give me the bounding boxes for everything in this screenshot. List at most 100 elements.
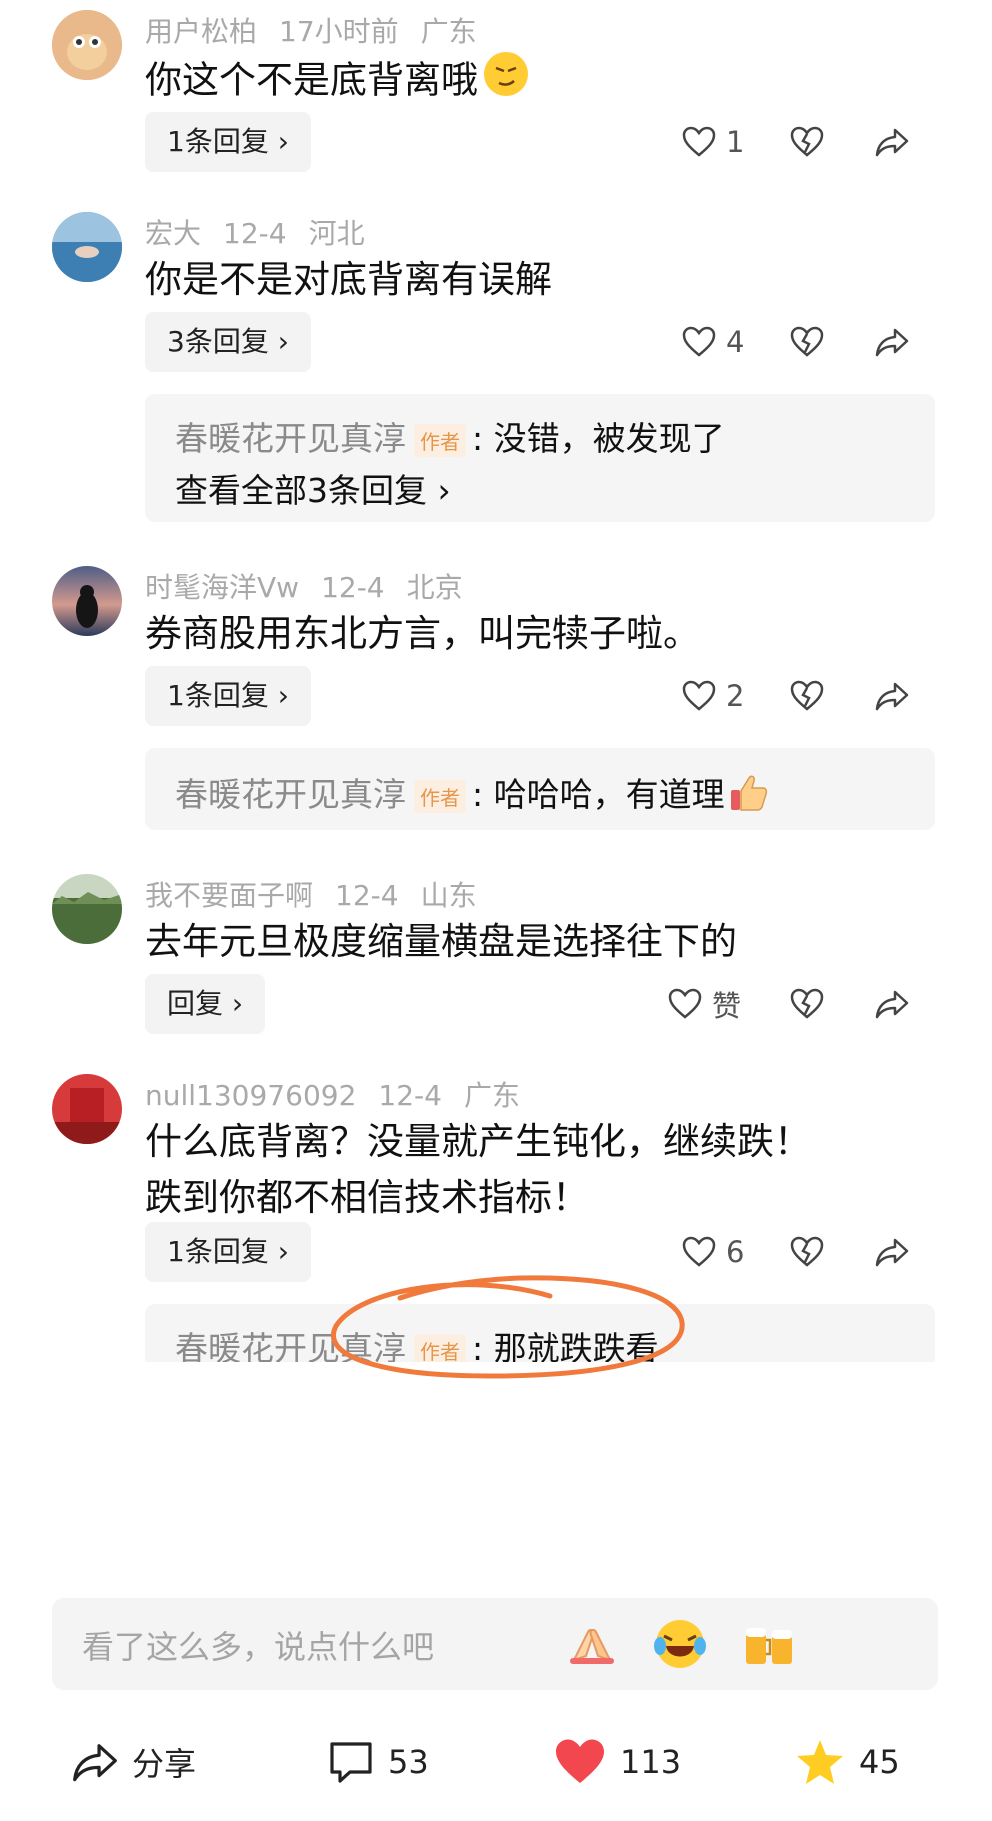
username[interactable]: 时髦海洋Vw	[145, 571, 299, 604]
dislike-button[interactable]	[790, 974, 824, 1034]
username[interactable]: null130976092	[145, 1079, 356, 1112]
reply-author[interactable]: 春暖花开见真淳	[175, 775, 406, 814]
comment-location: 山东	[420, 879, 477, 912]
share-comment-button[interactable]	[875, 666, 909, 726]
favorite-button[interactable]: 45	[795, 1732, 900, 1792]
view-replies-button[interactable]: 1条回复 ›	[145, 666, 311, 726]
share-comment-button[interactable]	[875, 312, 909, 372]
like-post-button[interactable]: 113	[554, 1732, 681, 1792]
comment-actions: 4	[660, 312, 950, 372]
view-replies-button[interactable]: 3条回复 ›	[145, 312, 311, 372]
reply-preview[interactable]: 春暖花开见真淳 作者: 没错，被发现了 查看全部3条回复 ›	[145, 394, 935, 522]
comment-text: 券商股用东北方言，叫完犊子啦。	[145, 612, 700, 655]
clapping-hands-icon	[570, 1628, 614, 1664]
dislike-button[interactable]	[790, 666, 824, 726]
comment-meta: 宏大 12-4 河北	[145, 212, 387, 252]
beer-emoji-button[interactable]	[742, 1616, 798, 1672]
beer-mugs-icon	[746, 1628, 792, 1664]
dislike-button[interactable]	[790, 1222, 824, 1282]
comment-time: 12-4	[321, 571, 385, 604]
avatar[interactable]	[52, 566, 122, 636]
username[interactable]: 用户松柏	[145, 15, 257, 48]
like-button[interactable]: 4	[682, 312, 744, 372]
comment-meta: 我不要面子啊 12-4 山东	[145, 874, 499, 914]
star-filled-icon	[797, 1740, 843, 1784]
comment-actions: 2	[660, 666, 950, 726]
username[interactable]: 宏大	[145, 217, 201, 250]
comment-location: 河北	[308, 217, 365, 250]
reply-line: 春暖花开见真淳 作者: 哈哈哈，有道理	[175, 768, 769, 822]
heart-icon	[668, 988, 702, 1019]
comment-text: 你这个不是底背离哦	[145, 50, 945, 114]
comment-input[interactable]: 看了这么多，说点什么吧	[52, 1598, 938, 1690]
share-label: 分享	[132, 1745, 197, 1783]
comment-text: 去年元旦极度缩量横盘是选择往下的	[145, 920, 737, 963]
comment-meta: null130976092 12-4 广东	[145, 1074, 542, 1114]
avatar[interactable]	[52, 874, 122, 944]
share-button[interactable]: 分享	[72, 1732, 196, 1792]
username[interactable]: 我不要面子啊	[145, 879, 313, 912]
comment-actions: 6	[660, 1222, 950, 1282]
avatar[interactable]	[52, 10, 122, 80]
view-replies-button[interactable]: 1条回复 ›	[145, 1222, 311, 1282]
comment-text: 你是不是对底背离有误解	[145, 258, 552, 301]
comment-time: 12-4	[378, 1079, 442, 1112]
share-comment-button[interactable]	[875, 1222, 909, 1282]
reply-author[interactable]: 春暖花开见真淳	[175, 419, 406, 458]
like-button[interactable]: 2	[682, 666, 744, 726]
like-count: 4	[726, 325, 745, 359]
clap-emoji-button[interactable]	[564, 1616, 620, 1672]
share-arrow-icon	[875, 1238, 909, 1267]
broken-heart-icon	[790, 680, 824, 711]
comment-location: 北京	[406, 571, 463, 604]
broken-heart-icon	[790, 1236, 824, 1267]
share-comment-button[interactable]	[875, 112, 909, 172]
author-badge: 作者	[414, 424, 466, 457]
reply-button[interactable]: 回复 ›	[145, 974, 266, 1034]
share-arrow-icon	[73, 1744, 117, 1782]
comments-count: 53	[388, 1743, 429, 1781]
comment-bubble-icon	[330, 1742, 372, 1783]
reply-text: 哈哈哈，有道理	[493, 775, 725, 814]
comment-meta: 用户松柏 17小时前 广东	[145, 10, 499, 50]
stars-count: 45	[859, 1743, 900, 1781]
broken-heart-icon	[790, 326, 824, 357]
broken-heart-icon	[790, 988, 824, 1019]
view-replies-button[interactable]: 1条回复 ›	[145, 112, 311, 172]
comment-time: 12-4	[223, 217, 287, 250]
share-comment-button[interactable]	[875, 974, 909, 1034]
reply-preview[interactable]: 春暖花开见真淳 作者: 哈哈哈，有道理	[145, 748, 935, 830]
heart-icon	[682, 1236, 716, 1267]
like-count: 1	[726, 125, 745, 159]
comment-location: 广东	[463, 1079, 520, 1112]
avatar[interactable]	[52, 1074, 122, 1144]
dislike-button[interactable]	[790, 112, 824, 172]
laugh-cry-emoji-button[interactable]	[652, 1616, 708, 1672]
smirk-emoji-icon	[482, 50, 530, 114]
comment-meta: 时髦海洋Vw 12-4 北京	[145, 566, 485, 606]
comment-time: 12-4	[335, 879, 399, 912]
share-arrow-icon	[875, 328, 909, 357]
thumbs-up-emoji-icon	[727, 772, 769, 822]
dislike-button[interactable]	[790, 312, 824, 372]
comment-actions: 1	[660, 112, 950, 172]
like-count: 6	[726, 1235, 745, 1269]
view-all-replies-link[interactable]: 查看全部3条回复 ›	[175, 464, 451, 512]
broken-heart-icon	[790, 126, 824, 157]
comment-text: 什么底背离？没量就产生钝化，继续跌！跌到你都不相信技术指标！	[145, 1120, 811, 1219]
comments-button[interactable]: 53	[328, 1732, 429, 1792]
like-button[interactable]: 赞	[668, 974, 741, 1034]
heart-icon	[682, 680, 716, 711]
heart-filled-icon	[556, 1739, 604, 1783]
share-arrow-icon	[875, 682, 909, 711]
like-button[interactable]: 1	[682, 112, 744, 172]
avatar[interactable]	[52, 212, 122, 282]
reply-line: 春暖花开见真淳 作者: 没错，被发现了	[175, 419, 725, 458]
bottom-action-bar: 分享 53 113 45	[0, 1710, 992, 1821]
annotation-circle	[331, 1275, 685, 1379]
share-arrow-icon	[875, 128, 909, 157]
reply-text: 没错，被发现了	[493, 419, 725, 458]
share-arrow-icon	[875, 990, 909, 1019]
comment-time: 17小时前	[279, 15, 399, 48]
comment-location: 广东	[420, 15, 477, 48]
